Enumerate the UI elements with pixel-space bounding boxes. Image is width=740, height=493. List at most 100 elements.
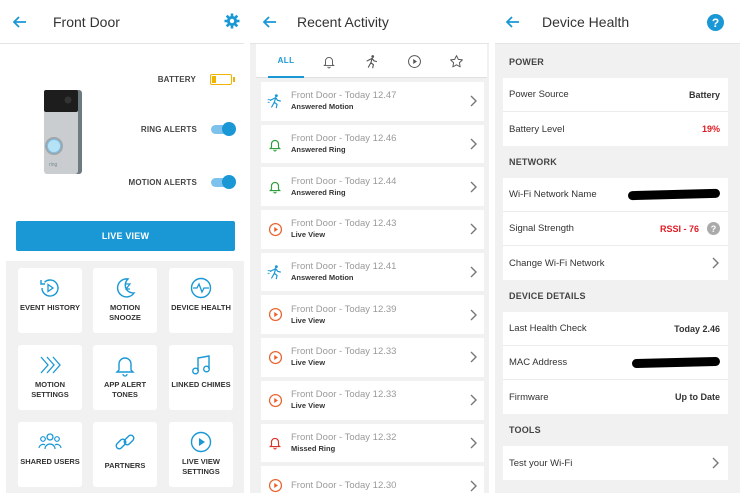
front-door-screen: Front Door ring BATTERY RING ALERTS MOTI…	[0, 0, 250, 493]
redacted-value	[627, 188, 721, 201]
ring-alerts-toggle[interactable]	[211, 122, 236, 136]
power-card: Power Source Battery Battery Level 19%	[503, 78, 728, 146]
power-section-header: POWER	[509, 57, 545, 67]
signal-strength-text: RSSI - 76	[659, 223, 699, 234]
running-person-icon	[261, 264, 289, 280]
tile-partners[interactable]: PARTNERS	[93, 422, 157, 487]
activity-event-row[interactable]: Front Door - Today 12.44 Answered Ring	[261, 167, 484, 207]
tile-label: MOTION SETTINGS	[31, 380, 69, 399]
live-view-button[interactable]: LIVE VIEW	[16, 221, 235, 251]
page-title: Front Door	[53, 13, 120, 30]
firmware-label: Firmware	[509, 391, 549, 403]
device-summary: ring BATTERY RING ALERTS MOTION ALERTS	[0, 44, 250, 218]
device-health-header: Device Health ?	[493, 0, 740, 44]
tab-rings[interactable]	[314, 44, 344, 78]
tile-linked-chimes[interactable]: LINKED CHIMES	[169, 345, 233, 410]
back-arrow-icon[interactable]	[493, 0, 533, 44]
event-subtitle: Live View	[291, 401, 326, 411]
signal-help-icon[interactable]: ?	[707, 222, 720, 235]
back-arrow-icon[interactable]	[0, 0, 40, 44]
activity-event-row[interactable]: Front Door - Today 12.30	[261, 466, 484, 493]
chevron-right-icon	[464, 351, 484, 363]
activity-event-row[interactable]: Front Door - Today 12.33 Live View	[261, 338, 484, 377]
tab-all-label: ALL	[277, 55, 295, 65]
motion-settings-icon	[40, 356, 61, 374]
play-icon	[261, 350, 289, 365]
activity-event-row[interactable]: Front Door - Today 12.43 Live View	[261, 210, 484, 249]
activity-event-row[interactable]: Front Door - Today 12.33 Live View	[261, 380, 484, 420]
signal-strength-row: Signal Strength RSSI - 76 ?	[503, 212, 728, 246]
star-icon	[449, 54, 463, 67]
event-title: Front Door - Today 12.39	[291, 303, 397, 315]
activity-filter-tabs: ALL	[256, 44, 487, 78]
chevron-right-icon	[464, 437, 484, 449]
event-subtitle: Answered Ring	[291, 145, 346, 155]
svg-text:ring: ring	[49, 162, 58, 168]
chevron-right-icon	[712, 457, 719, 469]
event-subtitle: Live View	[291, 315, 326, 325]
activity-event-row[interactable]: Front Door - Today 12.32 Missed Ring	[261, 423, 484, 463]
bell-icon	[261, 179, 289, 194]
test-wifi-row[interactable]: Test your Wi-Fi	[503, 446, 728, 480]
activity-event-row[interactable]: Front Door - Today 12.47 Answered Motion	[261, 82, 484, 121]
music-note-icon	[192, 355, 210, 375]
event-subtitle: Live View	[291, 230, 326, 240]
device-health-screen: Device Health ? POWER Power Source Batte…	[493, 0, 740, 493]
change-wifi-row[interactable]: Change Wi-Fi Network	[503, 246, 728, 280]
activity-event-row[interactable]: Front Door - Today 12.41 Answered Motion	[261, 252, 484, 292]
bell-icon	[261, 435, 289, 450]
tile-device-health[interactable]: DEVICE HEALTH	[169, 268, 233, 333]
chevron-right-icon	[464, 309, 484, 321]
ring-alerts-label: RING ALERTS	[140, 125, 197, 134]
tile-live-view-settings[interactable]: LIVE VIEW SETTINGS	[169, 422, 233, 487]
activity-event-row[interactable]: Front Door - Today 12.46 Answered Ring	[261, 124, 484, 164]
tile-event-history[interactable]: EVENT HISTORY	[18, 268, 82, 333]
bell-icon	[115, 357, 135, 377]
chevron-right-icon	[712, 257, 719, 269]
chevron-right-icon	[464, 181, 484, 193]
wifi-name-label: Wi-Fi Network Name	[509, 189, 597, 200]
event-title: Front Door - Today 12.33	[291, 389, 397, 401]
battery-level-row: Battery Level 19%	[503, 112, 728, 146]
recent-activity-screen: Recent Activity ALL Front Door - Today 1…	[250, 0, 493, 493]
play-icon	[190, 431, 212, 453]
battery-status: BATTERY	[158, 74, 236, 85]
event-title: Front Door - Today 12.47	[291, 90, 397, 102]
chevron-right-icon	[464, 223, 484, 235]
tab-motion[interactable]	[356, 44, 386, 78]
tile-shared-users[interactable]: SHARED USERS	[18, 422, 82, 487]
play-icon	[261, 307, 289, 322]
back-arrow-icon[interactable]	[250, 0, 290, 44]
front-door-header: Front Door	[0, 0, 250, 44]
event-title: Front Door - Today 12.30	[291, 479, 397, 491]
event-title: Front Door - Today 12.46	[291, 133, 397, 145]
event-list: Front Door - Today 12.47 Answered Motion F…	[261, 82, 484, 493]
event-title: Front Door - Today 12.43	[291, 218, 397, 230]
bell-icon	[261, 137, 289, 152]
tools-card: Test your Wi-Fi	[503, 446, 728, 480]
activity-event-row[interactable]: Front Door - Today 12.39 Live View	[261, 295, 484, 335]
gear-icon[interactable]	[224, 13, 240, 34]
chevron-right-icon	[464, 394, 484, 406]
tile-label: PARTNERS	[104, 461, 146, 470]
tile-app-alert-tones[interactable]: APP ALERT TONES	[93, 345, 157, 410]
tile-motion-settings[interactable]: MOTION SETTINGS	[18, 345, 82, 410]
tab-live-view[interactable]	[399, 44, 429, 78]
signal-strength-value: RSSI - 76 ?	[660, 222, 720, 235]
chevron-right-icon	[464, 95, 484, 107]
motion-snooze-icon	[116, 278, 136, 298]
link-icon	[115, 434, 135, 450]
help-icon[interactable]: ?	[707, 14, 724, 36]
network-card: Wi-Fi Network Name Signal Strength RSSI …	[503, 178, 728, 280]
doorbell-image: ring	[38, 88, 88, 183]
power-source-row: Power Source Battery	[503, 78, 728, 112]
event-title: Front Door - Today 12.32	[291, 431, 397, 443]
tile-label: LINKED CHIMES	[171, 380, 231, 389]
tile-label: SHARED USERS	[20, 457, 80, 466]
recent-activity-header: Recent Activity	[250, 0, 493, 44]
motion-alerts-toggle[interactable]	[211, 175, 236, 189]
tab-all[interactable]: ALL	[268, 44, 304, 78]
tile-motion-snooze[interactable]: MOTION SNOOZE	[93, 268, 157, 333]
tab-favorites[interactable]	[441, 44, 471, 78]
event-title: Front Door - Today 12.44	[291, 175, 397, 187]
